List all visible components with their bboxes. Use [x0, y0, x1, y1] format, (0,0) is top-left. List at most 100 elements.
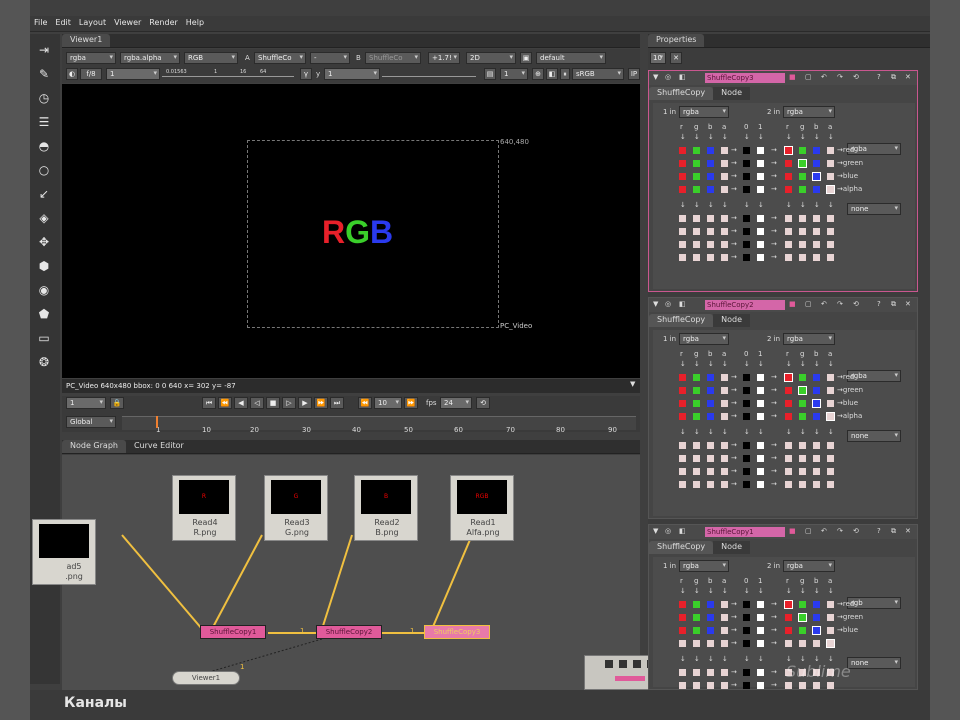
- shuffle-checkbox[interactable]: [707, 228, 714, 235]
- undo-icon[interactable]: ↶: [821, 527, 827, 535]
- one-checkbox[interactable]: [757, 147, 764, 154]
- read1-node[interactable]: RGB Read1 Alfa.png: [450, 475, 514, 541]
- shuffle-checkbox[interactable]: [707, 468, 714, 475]
- out1-dropdown[interactable]: rgb: [847, 597, 901, 609]
- shuffle-checkbox[interactable]: [826, 639, 835, 648]
- zero-checkbox[interactable]: [743, 614, 750, 621]
- viewer-canvas[interactable]: 640,480 PC_Video RGB: [62, 84, 640, 378]
- read2-node[interactable]: B Read2 B.png: [354, 475, 418, 541]
- shuffle-checkbox[interactable]: [707, 387, 714, 394]
- one-checkbox[interactable]: [757, 160, 764, 167]
- shuffle-checkbox[interactable]: [813, 160, 820, 167]
- frame-dropdown[interactable]: 1: [500, 68, 528, 80]
- shuffle-checkbox[interactable]: [707, 614, 714, 621]
- shuffle-checkbox[interactable]: [798, 159, 807, 168]
- shuffle-checkbox[interactable]: [679, 640, 686, 647]
- plugin-tool-icon[interactable]: ❂: [36, 354, 52, 370]
- shuffle-checkbox[interactable]: [799, 640, 806, 647]
- center-icon[interactable]: ▢: [805, 300, 812, 308]
- tab-node-graph[interactable]: Node Graph: [62, 440, 126, 453]
- menu-viewer[interactable]: Viewer: [110, 16, 145, 29]
- shuffle-checkbox[interactable]: [707, 254, 714, 261]
- panel-node-name[interactable]: ShuffleCopy3: [705, 73, 785, 83]
- shuffle-checkbox[interactable]: [799, 601, 806, 608]
- out2-dropdown[interactable]: none: [847, 430, 901, 442]
- help-icon[interactable]: ?: [877, 300, 881, 308]
- one-checkbox[interactable]: [757, 215, 764, 222]
- shuffle-checkbox[interactable]: [693, 627, 700, 634]
- shuffle-checkbox[interactable]: [693, 682, 700, 689]
- close-icon[interactable]: ✕: [905, 527, 911, 535]
- node-color-icon[interactable]: ■: [789, 527, 796, 535]
- shuffle-checkbox[interactable]: [784, 373, 793, 382]
- shuffle-checkbox[interactable]: [827, 387, 834, 394]
- shuffle-checkbox[interactable]: [693, 614, 700, 621]
- redo-icon[interactable]: ↷: [837, 73, 843, 81]
- gain-dropdown[interactable]: +1.7!: [428, 52, 460, 64]
- input-process-button[interactable]: IP: [628, 68, 640, 80]
- one-checkbox[interactable]: [757, 400, 764, 407]
- shuffle-checkbox[interactable]: [827, 601, 834, 608]
- zero-checkbox[interactable]: [743, 173, 750, 180]
- shuffle-checkbox[interactable]: [679, 455, 686, 462]
- shuffle-checkbox[interactable]: [785, 614, 792, 621]
- shuffle-checkbox[interactable]: [679, 481, 686, 488]
- shuffle-checkbox[interactable]: [798, 613, 807, 622]
- current-frame-field[interactable]: 1: [66, 397, 106, 409]
- shuffle-checkbox[interactable]: [784, 146, 793, 155]
- one-checkbox[interactable]: [757, 173, 764, 180]
- out1-dropdown[interactable]: rgba: [847, 143, 901, 155]
- one-checkbox[interactable]: [757, 640, 764, 647]
- shuffle-checkbox[interactable]: [813, 442, 820, 449]
- shuffle-checkbox[interactable]: [799, 413, 806, 420]
- zero-checkbox[interactable]: [743, 682, 750, 689]
- viewer1-node[interactable]: Viewer1: [172, 671, 240, 685]
- shuffle-checkbox[interactable]: [785, 682, 792, 689]
- zero-checkbox[interactable]: [743, 374, 750, 381]
- close-icon[interactable]: ✕: [905, 300, 911, 308]
- shuffle-checkbox[interactable]: [693, 669, 700, 676]
- in2-dropdown[interactable]: rgba: [783, 560, 835, 572]
- shuffle-checkbox[interactable]: [679, 254, 686, 261]
- shuffle-checkbox[interactable]: [707, 601, 714, 608]
- collapse-icon[interactable]: ▼: [653, 300, 658, 308]
- lock-icon[interactable]: 🔒: [110, 397, 124, 409]
- zero-checkbox[interactable]: [743, 254, 750, 261]
- play-backward-icon[interactable]: ◁: [250, 397, 264, 409]
- shuffle-checkbox[interactable]: [707, 173, 714, 180]
- zero-checkbox[interactable]: [743, 215, 750, 222]
- gamma-slider[interactable]: [382, 71, 476, 77]
- shuffle-checkbox[interactable]: [721, 601, 728, 608]
- one-checkbox[interactable]: [757, 254, 764, 261]
- menu-edit[interactable]: Edit: [51, 16, 75, 29]
- center-icon[interactable]: ▢: [805, 73, 812, 81]
- shuffle-checkbox[interactable]: [827, 374, 834, 381]
- draw-tool-icon[interactable]: ✎: [36, 66, 52, 82]
- gain-value-field[interactable]: 1: [106, 68, 160, 80]
- play-forward-icon[interactable]: ▷: [282, 397, 296, 409]
- in2-dropdown[interactable]: rgba: [783, 333, 835, 345]
- zero-checkbox[interactable]: [743, 160, 750, 167]
- menu-render[interactable]: Render: [145, 16, 181, 29]
- shuffle-checkbox[interactable]: [799, 442, 806, 449]
- shuffle-checkbox[interactable]: [693, 442, 700, 449]
- zero-checkbox[interactable]: [743, 413, 750, 420]
- shuffle-checkbox[interactable]: [707, 455, 714, 462]
- keyer-tool-icon[interactable]: ↙: [36, 186, 52, 202]
- shuffle-checkbox[interactable]: [679, 241, 686, 248]
- lut-lock-icon[interactable]: ▣: [520, 52, 532, 64]
- shuffle-checkbox[interactable]: [827, 481, 834, 488]
- panel-node-name[interactable]: ShuffleCopy1: [705, 527, 785, 537]
- shuffle-checkbox[interactable]: [693, 481, 700, 488]
- colorspace-dropdown[interactable]: sRGB: [572, 68, 624, 80]
- one-checkbox[interactable]: [757, 413, 764, 420]
- shuffle-checkbox[interactable]: [693, 173, 700, 180]
- collapse-icon[interactable]: ▼: [653, 73, 658, 81]
- shuffle-checkbox[interactable]: [707, 160, 714, 167]
- undo-icon[interactable]: ↶: [821, 300, 827, 308]
- view-tool-icon[interactable]: ◉: [36, 282, 52, 298]
- zero-checkbox[interactable]: [743, 241, 750, 248]
- shuffle-checkbox[interactable]: [679, 669, 686, 676]
- shuffle-checkbox[interactable]: [707, 481, 714, 488]
- shuffle-checkbox[interactable]: [679, 614, 686, 621]
